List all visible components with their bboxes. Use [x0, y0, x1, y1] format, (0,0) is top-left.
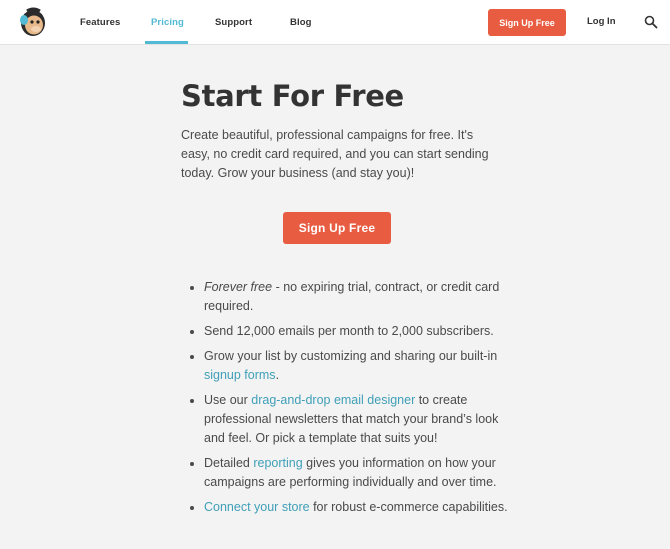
feature-text: Use our — [204, 393, 252, 407]
connect-store-link[interactable]: Connect your store — [204, 500, 310, 514]
intro-paragraph: Create beautiful, professional campaigns… — [181, 128, 489, 180]
feature-text: Send 12,000 emails per month to 2,000 su… — [204, 324, 494, 338]
nav-features[interactable]: Features — [80, 17, 120, 28]
list-item: Connect your store for robust e-commerce… — [204, 498, 514, 517]
email-designer-link[interactable]: drag-and-drop email designer — [251, 393, 415, 407]
feature-text: for robust e-commerce capabilities. — [309, 500, 508, 514]
log-in-link[interactable]: Log In — [587, 16, 616, 27]
header-sign-up-button[interactable]: Sign Up Free — [488, 9, 566, 36]
list-item: Detailed reporting gives you information… — [204, 454, 514, 492]
feature-text: . — [275, 368, 280, 382]
signup-forms-link[interactable]: signup forms — [204, 368, 276, 382]
search-icon[interactable] — [644, 15, 658, 29]
active-tab-underline — [145, 41, 188, 44]
list-item: Send 12,000 emails per month to 2,000 su… — [204, 322, 514, 341]
feature-text: Detailed — [204, 456, 254, 470]
list-item: Use our drag-and-drop email designer to … — [204, 391, 514, 448]
reporting-link[interactable]: reporting — [253, 456, 302, 470]
feature-text: Grow your list by customizing and sharin… — [204, 349, 498, 363]
sign-up-free-button[interactable]: Sign Up Free — [283, 212, 391, 244]
feature-emphasis: Forever free — [204, 280, 273, 294]
mailchimp-logo-icon[interactable] — [18, 6, 48, 38]
nav-support[interactable]: Support — [215, 17, 252, 28]
nav-pricing[interactable]: Pricing — [151, 17, 184, 28]
page-title: Start For Free — [181, 79, 404, 113]
list-item: Grow your list by customizing and sharin… — [204, 347, 514, 385]
nav-blog[interactable]: Blog — [290, 17, 312, 28]
list-item: Forever free - no expiring trial, contra… — [204, 278, 514, 316]
top-navigation-bar: Features Pricing Support Blog Sign Up Fr… — [0, 0, 670, 45]
features-list: Forever free - no expiring trial, contra… — [193, 278, 514, 523]
